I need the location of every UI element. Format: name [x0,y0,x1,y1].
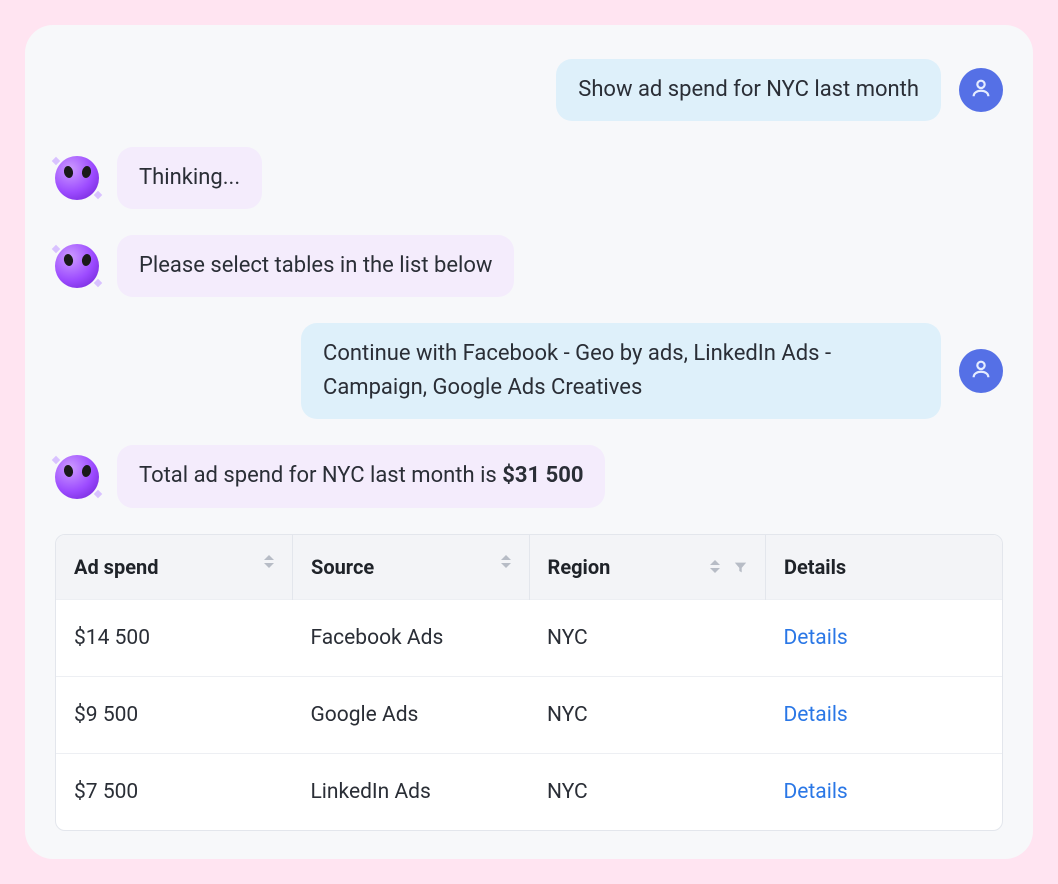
col-header-ad-spend[interactable]: Ad spend [56,535,293,600]
chat-row-user: Show ad spend for NYC last month [55,59,1003,121]
details-link[interactable]: Details [766,753,1003,830]
cell-ad-spend: $9 500 [56,676,293,753]
col-header-source[interactable]: Source [293,535,530,600]
table-row: $9 500 Google Ads NYC Details [56,676,1002,753]
user-avatar [959,349,1003,393]
bot-message: Please select tables in the list below [117,235,514,297]
alien-icon [64,166,91,178]
bot-avatar [55,156,99,200]
cell-ad-spend: $14 500 [56,599,293,676]
cell-region: NYC [529,676,766,753]
sort-icon[interactable] [710,560,720,573]
bot-message-emphasis: $31 500 [502,463,583,488]
col-header-label: Ad spend [74,555,158,579]
details-link[interactable]: Details [766,676,1003,753]
bot-message: Thinking... [117,147,262,209]
cell-region: NYC [529,599,766,676]
user-icon [970,77,992,103]
col-header-label: Source [311,555,374,579]
bot-message-prefix: Total ad spend for NYC last month is [139,463,502,488]
chat-row-bot: Please select tables in the list below [55,235,1003,297]
alien-icon [64,465,91,477]
col-header-label: Details [784,555,846,579]
cell-region: NYC [529,753,766,830]
table-row: $14 500 Facebook Ads NYC Details [56,599,1002,676]
bot-avatar [55,244,99,288]
results-table: Ad spend Source Region [55,534,1003,831]
alien-icon [64,254,91,266]
user-message: Show ad spend for NYC last month [556,59,941,121]
bot-message: Total ad spend for NYC last month is $31… [117,445,605,507]
user-icon [970,358,992,384]
bot-avatar [55,455,99,499]
col-header-details: Details [766,535,1003,600]
col-header-label: Region [548,555,611,579]
user-avatar [959,68,1003,112]
table-header-row: Ad spend Source Region [56,535,1002,600]
sort-icon[interactable] [501,555,511,568]
sort-icon[interactable] [264,555,274,568]
details-link[interactable]: Details [766,599,1003,676]
cell-source: LinkedIn Ads [293,753,530,830]
user-message: Continue with Facebook - Geo by ads, Lin… [301,323,941,419]
chat-row-bot: Thinking... [55,147,1003,209]
chat-panel: Show ad spend for NYC last month Thinkin… [25,25,1033,859]
cell-source: Facebook Ads [293,599,530,676]
filter-icon[interactable] [734,555,747,579]
cell-ad-spend: $7 500 [56,753,293,830]
cell-source: Google Ads [293,676,530,753]
chat-row-user: Continue with Facebook - Geo by ads, Lin… [55,323,1003,419]
col-header-region[interactable]: Region [529,535,766,600]
table-row: $7 500 LinkedIn Ads NYC Details [56,753,1002,830]
chat-row-bot: Total ad spend for NYC last month is $31… [55,445,1003,507]
